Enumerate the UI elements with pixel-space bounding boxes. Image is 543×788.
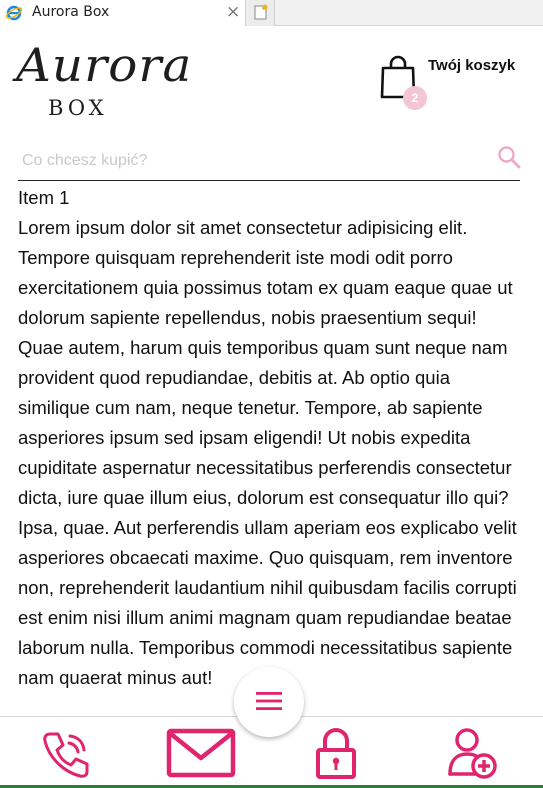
item-description: Lorem ipsum dolor sit amet consectetur a… (18, 217, 517, 688)
item-title: Item 1 (18, 187, 70, 208)
browser-tab-title: Aurora Box (32, 4, 110, 20)
add-user-icon[interactable] (447, 726, 499, 780)
close-tab-icon[interactable]: × (226, 2, 240, 22)
item-content: Item 1 Lorem ipsum dolor sit amet consec… (18, 183, 524, 693)
browser-tab[interactable]: Aurora Box × (0, 0, 246, 26)
new-tab-button[interactable] (247, 0, 275, 26)
phone-icon[interactable] (40, 728, 92, 780)
hamburger-menu-icon (256, 692, 282, 710)
internet-explorer-icon (5, 5, 23, 21)
cart-widget[interactable]: 2 Twój koszyk (378, 52, 528, 112)
search-icon[interactable] (497, 145, 521, 169)
logo-box-text: BOX (48, 96, 108, 120)
site-logo[interactable]: Aurora BOX (16, 38, 206, 124)
browser-tab-strip: Aurora Box × (0, 0, 543, 26)
logo-script-text: Aurora (16, 38, 193, 92)
search-bar (18, 143, 521, 181)
cart-label: Twój koszyk (428, 57, 516, 74)
new-tab-icon (254, 4, 268, 20)
cart-count-badge: 2 (403, 86, 427, 110)
search-input[interactable] (22, 149, 482, 173)
mail-icon[interactable] (166, 727, 236, 779)
lock-icon[interactable] (314, 726, 358, 780)
menu-button[interactable] (234, 667, 304, 737)
